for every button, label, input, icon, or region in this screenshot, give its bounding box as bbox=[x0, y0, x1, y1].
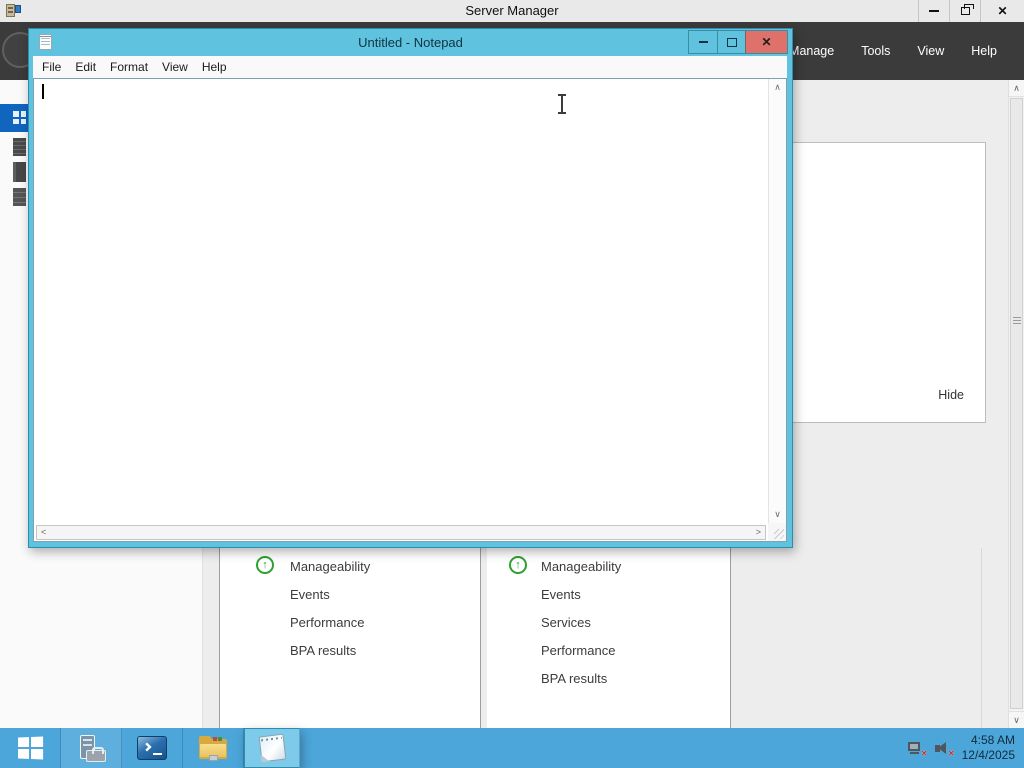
minimize-icon bbox=[929, 10, 939, 12]
tile-link-events[interactable]: Events bbox=[290, 586, 330, 604]
notepad-window: Untitled - Notepad ✕ File Edit Format Vi… bbox=[28, 28, 793, 548]
menu-view[interactable]: View bbox=[917, 44, 944, 58]
maximize-icon bbox=[726, 37, 737, 47]
system-tray: ✕ ✕ 4:58 AM 12/4/2025 bbox=[907, 728, 1018, 768]
clock-date: 12/4/2025 bbox=[961, 748, 1015, 762]
dashboard-scrollbar[interactable]: ∧ ∨ bbox=[1008, 80, 1024, 728]
notepad-menu-file[interactable]: File bbox=[35, 60, 68, 74]
text-caret bbox=[42, 84, 44, 99]
notepad-text-area[interactable] bbox=[34, 79, 768, 523]
notepad-client-area: ∧ ∨ < > bbox=[33, 78, 787, 542]
tile-link-performance[interactable]: Performance bbox=[290, 614, 364, 632]
taskbar-server-manager-button[interactable] bbox=[61, 728, 122, 768]
powershell-icon bbox=[137, 736, 167, 760]
taskbar-clock[interactable]: 4:58 AM 12/4/2025 bbox=[962, 733, 1018, 763]
hide-button[interactable]: Hide bbox=[938, 388, 964, 402]
dashboard-tile-1: ↑ Manageability Events Performance BPA r… bbox=[220, 548, 480, 728]
status-up-icon: ↑ bbox=[256, 556, 274, 574]
server-manager-menubar: Manage Tools View Help bbox=[789, 22, 997, 80]
network-status-icon[interactable]: ✕ bbox=[907, 740, 928, 758]
welcome-tile: Hide bbox=[793, 142, 986, 423]
notepad-minimize-button[interactable] bbox=[689, 31, 717, 53]
server-manager-icon bbox=[76, 734, 106, 762]
desktop: Server Manager ✕ Manage Tools View Help … bbox=[0, 0, 1024, 768]
scrollbar-grip bbox=[1012, 317, 1021, 326]
server-manager-window-title: Server Manager bbox=[465, 3, 559, 18]
scroll-left-icon[interactable]: < bbox=[41, 527, 46, 537]
status-up-icon: ↑ bbox=[509, 556, 527, 574]
network-error-badge: ✕ bbox=[920, 749, 928, 758]
resize-grip[interactable] bbox=[768, 523, 786, 541]
notepad-menubar: File Edit Format View Help bbox=[33, 56, 787, 78]
sm-minimize-button[interactable] bbox=[918, 0, 949, 22]
tile-divider bbox=[480, 548, 481, 728]
notepad-window-title: Untitled - Notepad bbox=[358, 35, 463, 50]
scrollbar-thumb[interactable] bbox=[1010, 98, 1023, 709]
scroll-up-icon[interactable]: ∧ bbox=[769, 79, 786, 96]
close-icon: ✕ bbox=[761, 35, 772, 49]
notepad-menu-view[interactable]: View bbox=[155, 60, 195, 74]
menu-tools[interactable]: Tools bbox=[861, 44, 890, 58]
close-icon: ✕ bbox=[997, 4, 1008, 18]
windows-logo-icon bbox=[18, 736, 44, 760]
menu-help[interactable]: Help bbox=[971, 44, 997, 58]
dashboard-tile-2: ↑ Manageability Events Services Performa… bbox=[487, 548, 730, 728]
tile-link-performance[interactable]: Performance bbox=[541, 642, 615, 660]
menu-manage[interactable]: Manage bbox=[789, 44, 834, 58]
notepad-icon bbox=[258, 733, 286, 763]
tile-divider bbox=[981, 548, 982, 728]
all-servers-icon[interactable] bbox=[13, 162, 26, 182]
notepad-titlebar[interactable]: Untitled - Notepad ✕ bbox=[29, 29, 792, 56]
tile-link-bpa-results[interactable]: BPA results bbox=[290, 642, 356, 660]
ibeam-cursor bbox=[556, 94, 568, 114]
restore-icon bbox=[960, 4, 974, 15]
notepad-menu-help[interactable]: Help bbox=[195, 60, 234, 74]
tile-link-manageability[interactable]: Manageability bbox=[541, 558, 621, 576]
taskbar: ✕ ✕ 4:58 AM 12/4/2025 bbox=[0, 728, 1024, 768]
scroll-down-icon[interactable]: ∨ bbox=[769, 506, 786, 523]
notepad-close-button[interactable]: ✕ bbox=[745, 31, 787, 53]
start-button[interactable] bbox=[0, 728, 61, 768]
sm-close-button[interactable]: ✕ bbox=[980, 0, 1024, 22]
volume-icon[interactable]: ✕ bbox=[934, 740, 955, 758]
taskbar-notepad-button[interactable] bbox=[244, 728, 300, 768]
notepad-vertical-scrollbar[interactable]: ∧ ∨ bbox=[768, 79, 786, 523]
tile-link-services[interactable]: Services bbox=[541, 614, 591, 632]
clock-time: 4:58 AM bbox=[970, 733, 1015, 747]
notepad-menu-format[interactable]: Format bbox=[103, 60, 155, 74]
taskbar-file-explorer-button[interactable] bbox=[183, 728, 244, 768]
scroll-right-icon[interactable]: > bbox=[756, 527, 761, 537]
scroll-down-icon[interactable]: ∨ bbox=[1009, 711, 1024, 728]
notepad-maximize-button[interactable] bbox=[717, 31, 745, 53]
minimize-icon bbox=[698, 41, 708, 43]
dashboard-icon bbox=[13, 111, 26, 124]
sm-restore-button[interactable] bbox=[949, 0, 980, 22]
tile-link-bpa-results[interactable]: BPA results bbox=[541, 670, 607, 688]
taskbar-powershell-button[interactable] bbox=[122, 728, 183, 768]
tile-link-events[interactable]: Events bbox=[541, 586, 581, 604]
tile-divider bbox=[730, 548, 731, 728]
local-server-icon[interactable] bbox=[13, 138, 26, 156]
file-explorer-icon bbox=[198, 735, 228, 761]
tile-link-manageability[interactable]: Manageability bbox=[290, 558, 370, 576]
scroll-up-icon[interactable]: ∧ bbox=[1009, 80, 1024, 97]
notepad-horizontal-scrollbar[interactable]: < > bbox=[34, 523, 768, 541]
file-storage-services-icon[interactable] bbox=[13, 188, 26, 206]
server-manager-titlebar: Server Manager ✕ bbox=[0, 0, 1024, 22]
volume-error-badge: ✕ bbox=[947, 749, 955, 758]
notepad-menu-edit[interactable]: Edit bbox=[68, 60, 103, 74]
